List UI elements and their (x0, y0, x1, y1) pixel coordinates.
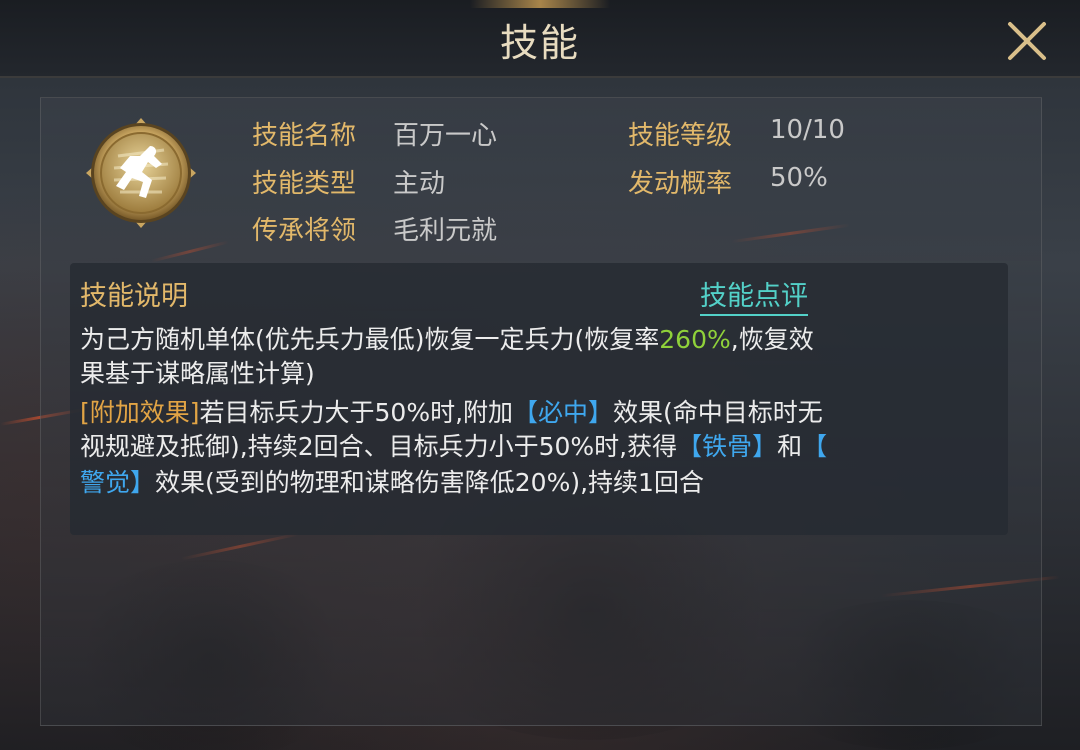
skill-review-link[interactable]: 技能点评 (700, 274, 808, 316)
description-text: 效果(命中目标时无 (613, 398, 823, 427)
skill-name-value: 百万一心 (393, 121, 498, 151)
skill-type-label: 技能类型 (252, 169, 357, 199)
effect-keyword-jingjue[interactable]: 警觉】 (80, 468, 155, 497)
description-line: 警觉】效果(受到的物理和谋略伤害降低20%),持续1回合 (80, 466, 990, 500)
page-title: 技能 (499, 21, 580, 65)
description-line: 为己方随机单体(优先兵力最低)恢复一定兵力(恢复率260%,恢复效 (80, 323, 990, 357)
effect-keyword-jingjue-start[interactable]: 【 (802, 432, 827, 461)
skill-screen: 技能 技能名称 百万一心 技能等级 10/10 技能类型 主动 发动概率 50%… (0, 0, 1080, 750)
inherit-general-label: 传承将领 (252, 216, 357, 246)
description-text: 和 (777, 432, 803, 461)
extra-effect-tag: [附加效果] (80, 398, 200, 427)
header-ornament (470, 0, 610, 8)
description-text: 视规避及抵御),持续2回合、目标兵力小于50%时,获得 (80, 432, 678, 461)
skill-level-label: 技能等级 (628, 121, 733, 151)
description-line: 果基于谋略属性计算) (80, 357, 990, 391)
recovery-rate-value: 260% (659, 325, 731, 354)
skill-name-label: 技能名称 (252, 121, 357, 151)
trigger-rate-value: 50% (770, 163, 828, 193)
running-figure-icon (84, 116, 198, 230)
inherit-general-value: 毛利元就 (393, 216, 498, 246)
close-button[interactable] (1004, 18, 1050, 64)
description-text: ,恢复效 (730, 325, 814, 354)
description-line: [附加效果]若目标兵力大于50%时,附加【必中】效果(命中目标时无 (80, 396, 990, 430)
trigger-rate-label: 发动概率 (628, 169, 733, 199)
description-title: 技能说明 (80, 281, 188, 312)
description-text: 为己方随机单体(优先兵力最低)恢复一定兵力(恢复率 (80, 325, 660, 354)
effect-keyword-bizhong[interactable]: 【必中】 (513, 398, 613, 427)
description-text: 果基于谋略属性计算) (80, 359, 315, 388)
description-line: 视规避及抵御),持续2回合、目标兵力小于50%时,获得【铁骨】和【 (80, 430, 990, 464)
description-text: 效果(受到的物理和谋略伤害降低20%),持续1回合 (155, 468, 704, 497)
effect-keyword-tiegu[interactable]: 【铁骨】 (677, 432, 777, 461)
skill-type-value: 主动 (393, 169, 446, 199)
description-text: 若目标兵力大于50%时,附加 (199, 398, 514, 427)
skill-level-value: 10/10 (770, 115, 845, 145)
header-bar: 技能 (0, 0, 1080, 78)
close-icon (1008, 22, 1046, 60)
